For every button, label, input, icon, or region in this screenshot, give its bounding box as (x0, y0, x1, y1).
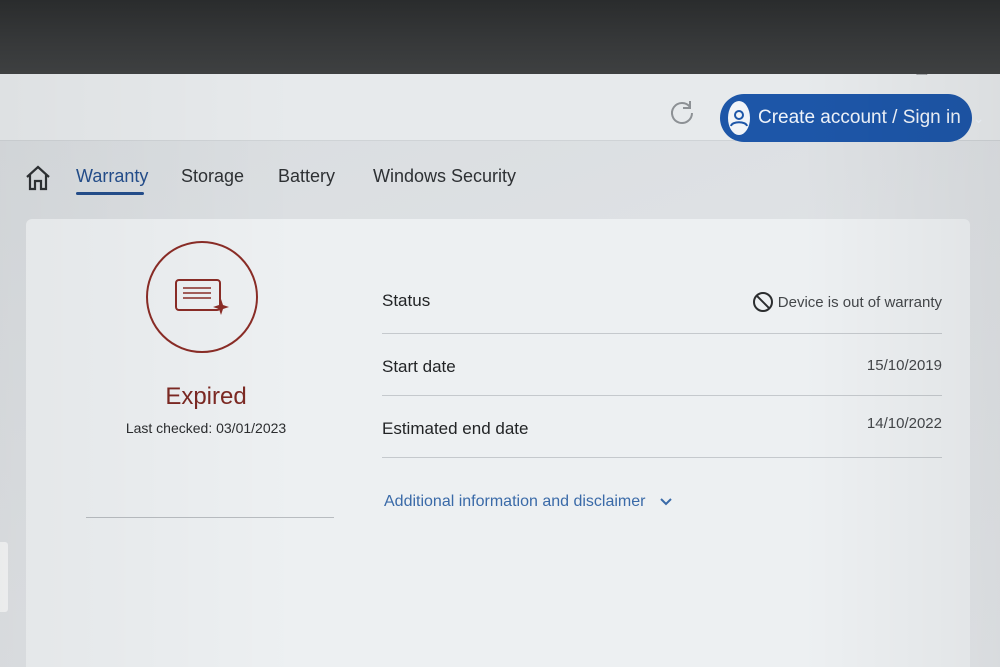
status-value-wrap: Device is out of warranty (752, 291, 942, 313)
sign-in-button[interactable]: Create account / Sign in ⌄ (720, 94, 985, 142)
close-icon[interactable]: ✕ (966, 74, 982, 79)
no-entry-icon (752, 292, 773, 312)
title-bar: — ❐ ✕ Create account / Sign in ⌄ (0, 74, 1000, 142)
disclaimer-label: Additional information and disclaimer (384, 493, 646, 510)
app-window: — ❐ ✕ Create account / Sign in ⌄ Warrant… (0, 74, 1000, 667)
home-icon[interactable] (24, 164, 52, 192)
warranty-status-badge (146, 241, 258, 353)
sign-in-label: Create account / Sign in (758, 107, 961, 128)
certificate-icon (175, 279, 229, 315)
window-controls: — ❐ ✕ (862, 74, 982, 79)
row-divider (382, 457, 942, 458)
active-tab-indicator (76, 192, 144, 195)
start-date-value: 15/10/2019 (866, 357, 942, 374)
user-icon (728, 101, 750, 135)
status-value: Device is out of warranty (777, 293, 942, 311)
chevron-down-icon (660, 498, 673, 506)
tab-bar: Warranty Storage Battery Windows Securit… (0, 154, 1000, 204)
tab-warranty[interactable]: Warranty (76, 166, 148, 187)
warranty-state: Expired (165, 383, 247, 410)
warranty-card: Expired Last checked: 03/01/2023 Status … (26, 219, 970, 667)
maximize-icon[interactable]: ❐ (914, 74, 930, 79)
chevron-down-icon: ⌄ (972, 109, 985, 126)
refresh-icon[interactable] (668, 98, 696, 126)
start-date-label: Start date (382, 357, 456, 376)
tab-storage[interactable]: Storage (181, 166, 244, 187)
end-date-value: 14/10/2022 (866, 415, 942, 432)
row-divider (382, 333, 942, 334)
status-row: Status Device is out of warranty (382, 277, 942, 337)
row-divider (382, 395, 942, 396)
divider (86, 517, 334, 518)
tab-battery[interactable]: Battery (278, 166, 335, 187)
last-checked: Last checked: 03/01/2023 (125, 420, 287, 436)
start-date-row: Start date 15/10/2019 (382, 347, 942, 407)
monitor-bezel (0, 0, 1000, 74)
status-label: Status (382, 291, 431, 310)
end-date-label: Estimated end date (382, 419, 529, 438)
disclaimer-toggle[interactable]: Additional information and disclaimer (384, 493, 673, 511)
tab-windows-security[interactable]: Windows Security (373, 166, 516, 187)
minimize-icon[interactable]: — (862, 74, 878, 79)
side-panel-edge (0, 542, 8, 612)
end-date-row: Estimated end date 14/10/2022 (382, 407, 942, 467)
